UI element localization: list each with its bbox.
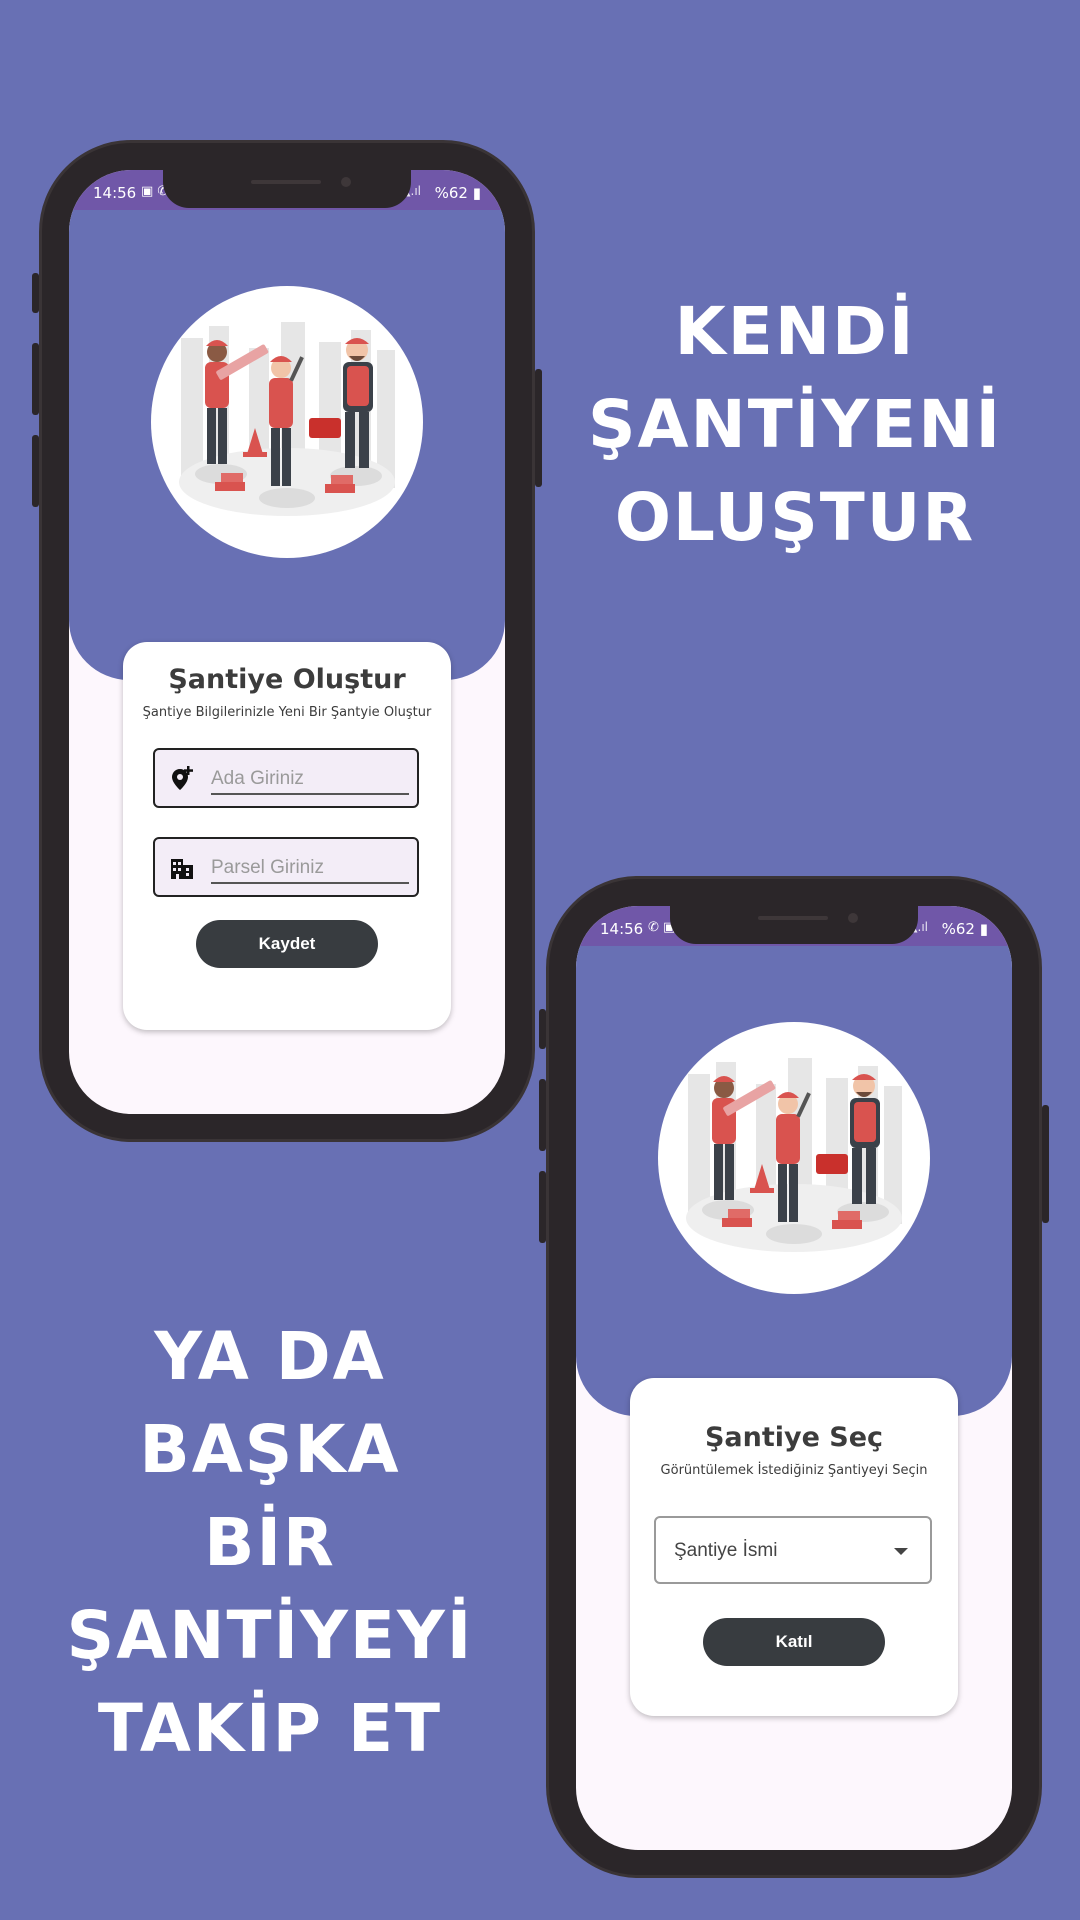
status-time: 14:56 [93,184,137,202]
select-site-card: Şantiye Seç Görüntülemek İstediğiniz Şan… [630,1378,958,1716]
promo-line: KENDİ [674,293,916,370]
phone-volume-up-button [539,1079,546,1151]
battery-percent: %62 [434,184,468,202]
header-banner [69,210,505,680]
card-subtitle: Şantiye Bilgilerinizle Yeni Bir Şantyie … [142,705,432,720]
card-subtitle: Görüntülemek İstediğiniz Şantiyeyi Seçin [660,1463,928,1478]
input-underline [211,882,409,884]
phone-side-button [539,1009,546,1049]
create-site-card: Şantiye Oluştur Şantiye Bilgilerinizle Y… [123,642,451,1030]
site-name-dropdown[interactable]: Şantiye İsmi [654,1516,932,1584]
promo-line: TAKİP ET [97,1690,443,1767]
card-title: Şantiye Oluştur [168,664,406,695]
dropdown-value: Şantiye İsmi [674,1540,778,1561]
promo-line: YA DA BAŞKA [139,1318,401,1488]
add-location-icon [169,766,195,792]
save-button[interactable]: Kaydet [196,920,378,968]
header-banner [576,946,1012,1416]
battery-percent: %62 [941,920,975,938]
phone-power-button [1042,1105,1049,1223]
phone-mockup-select: 14:56 ✆ ▣ ▲.ıl %62 ▮ Şantiye Seç Görüntü… [539,876,1049,1878]
app-screen-select: 14:56 ✆ ▣ ▲.ıl %62 ▮ Şantiye Seç Görüntü… [576,906,1012,1850]
promo-line: BİR [204,1504,336,1581]
join-button[interactable]: Katıl [703,1618,885,1666]
card-title: Şantiye Seç [704,1422,884,1453]
battery-icon: ▮ [472,184,481,202]
app-screen-create: 14:56 ▣ ✆ ▲.ıl %62 ▮ Şantiye Oluştur Şan… [69,170,505,1114]
phone-volume-down-button [539,1171,546,1243]
status-time: 14:56 [600,920,644,938]
parsel-placeholder: Parsel Giriniz [211,857,324,878]
dropdown-arrow-icon [894,1548,908,1555]
phone-mockup-create: 14:56 ▣ ✆ ▲.ıl %62 ▮ Şantiye Oluştur Şan… [32,140,542,1142]
parsel-input[interactable]: Parsel Giriniz [153,837,419,897]
battery-icon: ▮ [979,920,988,938]
ada-placeholder: Ada Giriniz [211,768,304,789]
ada-input[interactable]: Ada Giriniz [153,748,419,808]
promo-heading-create: KENDİ ŞANTİYENİ OLUŞTUR [575,285,1015,564]
input-underline [211,793,409,795]
camera-notch [163,170,411,208]
promo-line: ŞANTİYENİ [587,386,1003,463]
phone-power-button [535,369,542,487]
apartment-icon [169,855,195,881]
construction-workers-illustration [658,1022,930,1294]
construction-workers-illustration [151,286,423,558]
phone-side-button [32,273,39,313]
battery-indicator: %62 ▮ [435,184,481,202]
promo-line: OLUŞTUR [614,479,976,556]
promo-line: ŞANTİYEYİ [66,1597,474,1674]
phone-volume-down-button [32,435,39,507]
promo-heading-follow: YA DA BAŞKA BİR ŞANTİYEYİ TAKİP ET [20,1310,520,1775]
camera-notch [670,906,918,944]
phone-volume-up-button [32,343,39,415]
battery-indicator: %62 ▮ [942,920,988,938]
